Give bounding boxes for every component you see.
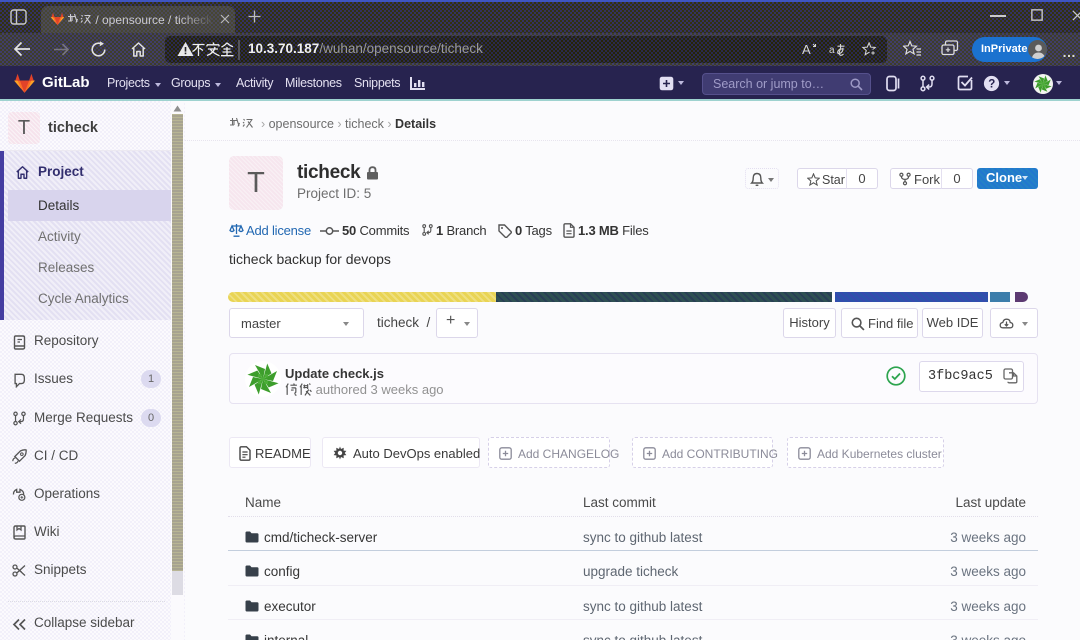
svg-text:?: ? <box>988 79 995 91</box>
svg-text:A: A <box>802 42 811 57</box>
svg-text:a: a <box>829 45 835 56</box>
